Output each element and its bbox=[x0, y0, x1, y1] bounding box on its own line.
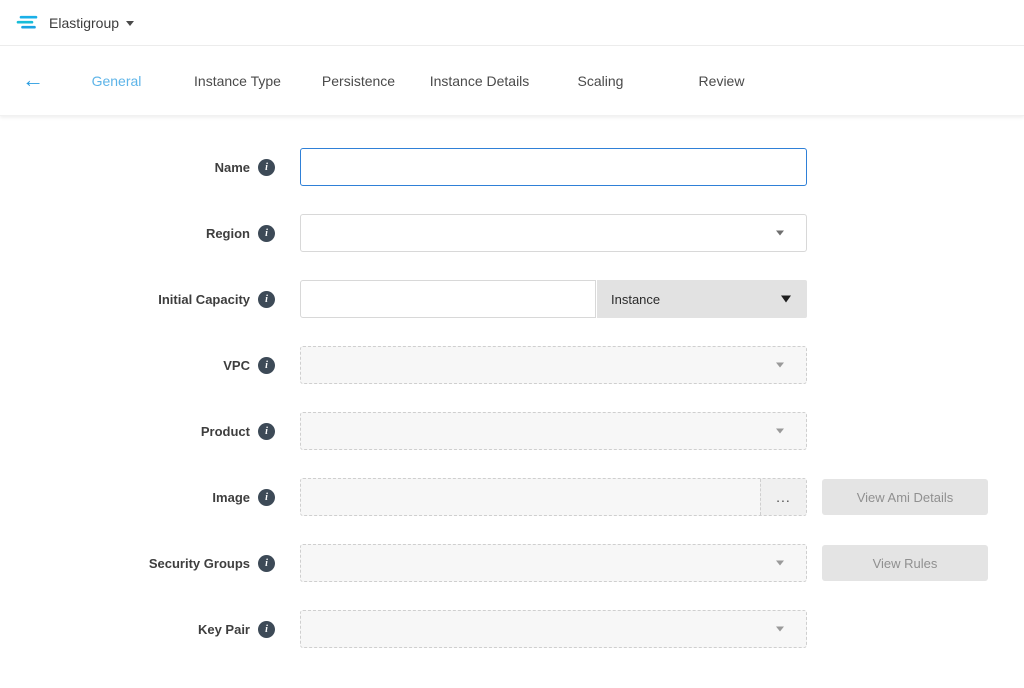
chevron-down-icon bbox=[126, 21, 134, 26]
info-icon[interactable]: i bbox=[258, 423, 275, 440]
tab-label: Review bbox=[699, 73, 745, 89]
app-title: Elastigroup bbox=[49, 15, 119, 31]
info-icon[interactable]: i bbox=[258, 225, 275, 242]
form-row-initial-capacity: Initial Capacity i Instance bbox=[0, 280, 1024, 318]
image-label: Image bbox=[0, 490, 250, 505]
tab-instance-type[interactable]: Instance Type bbox=[177, 73, 298, 89]
security-groups-select bbox=[300, 544, 807, 582]
info-icon[interactable]: i bbox=[258, 159, 275, 176]
security-groups-label: Security Groups bbox=[0, 556, 250, 571]
back-arrow-icon: ← bbox=[22, 67, 44, 92]
chevron-down-icon bbox=[776, 627, 784, 632]
tab-general[interactable]: General bbox=[56, 73, 177, 89]
initial-capacity-input[interactable] bbox=[300, 280, 596, 318]
key-pair-label: Key Pair bbox=[0, 622, 250, 637]
form-row-key-pair: Key Pair i bbox=[0, 610, 1024, 648]
form-row-image: Image i ... View Ami Details bbox=[0, 478, 1024, 516]
info-icon[interactable]: i bbox=[258, 291, 275, 308]
initial-capacity-label: Initial Capacity bbox=[0, 292, 250, 307]
name-label: Name bbox=[0, 160, 250, 175]
form-row-region: Region i bbox=[0, 214, 1024, 252]
chevron-down-icon bbox=[776, 429, 784, 434]
tab-label: Scaling bbox=[578, 73, 624, 89]
info-icon[interactable]: i bbox=[258, 621, 275, 638]
form-row-security-groups: Security Groups i View Rules bbox=[0, 544, 1024, 582]
tab-label: Instance Details bbox=[430, 73, 530, 89]
vpc-label: VPC bbox=[0, 358, 250, 373]
view-rules-button[interactable]: View Rules bbox=[822, 545, 988, 581]
key-pair-select bbox=[300, 610, 807, 648]
info-icon[interactable]: i bbox=[258, 555, 275, 572]
form-row-vpc: VPC i bbox=[0, 346, 1024, 384]
name-input[interactable] bbox=[300, 148, 807, 186]
caret-down-icon bbox=[781, 296, 791, 303]
browse-image-button[interactable]: ... bbox=[760, 479, 806, 515]
product-label: Product bbox=[0, 424, 250, 439]
info-icon[interactable]: i bbox=[258, 489, 275, 506]
tab-label: Persistence bbox=[322, 73, 395, 89]
tab-review[interactable]: Review bbox=[661, 73, 782, 89]
chevron-down-icon bbox=[776, 231, 784, 236]
capacity-unit-select[interactable]: Instance bbox=[597, 280, 807, 318]
form-row-name: Name i bbox=[0, 148, 1024, 186]
region-select[interactable] bbox=[300, 214, 807, 252]
tab-persistence[interactable]: Persistence bbox=[298, 73, 419, 89]
wizard-tab-bar: ← General Instance Type Persistence Inst… bbox=[0, 46, 1024, 116]
vpc-select bbox=[300, 346, 807, 384]
tab-scaling[interactable]: Scaling bbox=[540, 73, 661, 89]
image-input bbox=[301, 479, 760, 515]
top-bar: Elastigroup bbox=[0, 0, 1024, 46]
general-settings-form: Name i Region i Initial Capacity i Insta… bbox=[0, 116, 1024, 648]
back-button[interactable]: ← bbox=[16, 69, 56, 93]
view-ami-details-button[interactable]: View Ami Details bbox=[822, 479, 988, 515]
region-label: Region bbox=[0, 226, 250, 241]
chevron-down-icon bbox=[776, 561, 784, 566]
tab-label: Instance Type bbox=[194, 73, 281, 89]
capacity-unit-value: Instance bbox=[611, 292, 660, 307]
tab-label: General bbox=[92, 73, 142, 89]
image-field: ... bbox=[300, 478, 807, 516]
chevron-down-icon bbox=[776, 363, 784, 368]
tab-instance-details[interactable]: Instance Details bbox=[419, 73, 540, 89]
product-select bbox=[300, 412, 807, 450]
form-row-product: Product i bbox=[0, 412, 1024, 450]
app-switcher-button[interactable]: Elastigroup bbox=[49, 15, 134, 31]
elastigroup-logo-icon bbox=[16, 14, 40, 31]
info-icon[interactable]: i bbox=[258, 357, 275, 374]
